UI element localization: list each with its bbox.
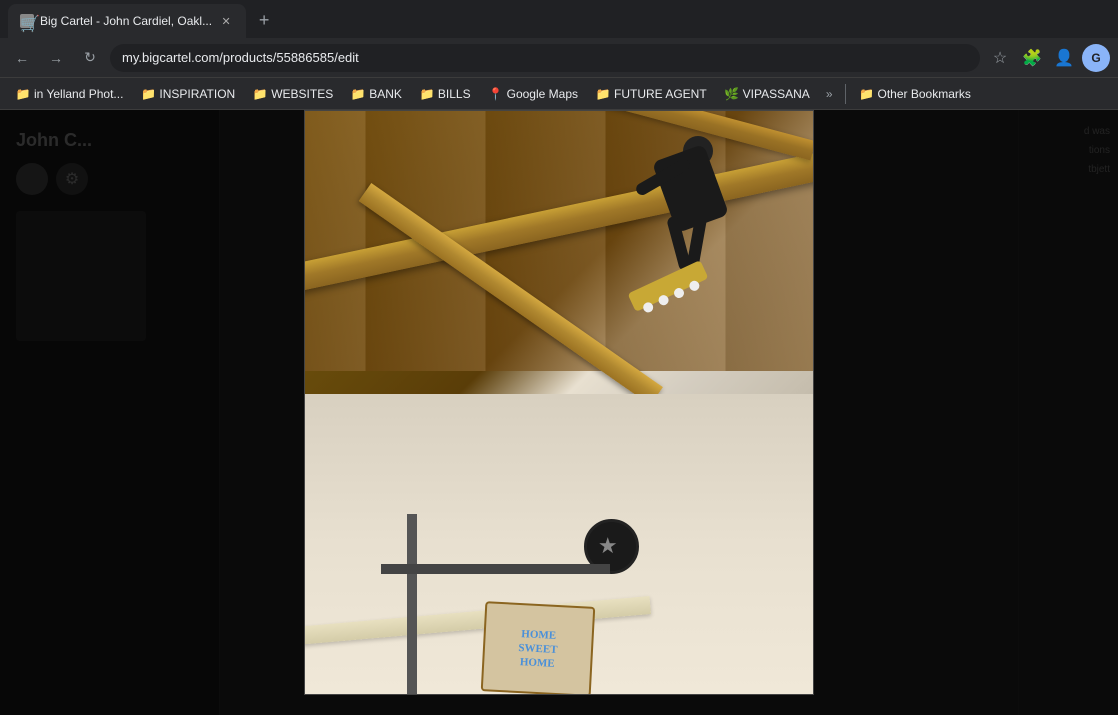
browser-frame: 🛒 Big Cartel - John Cardiel, Oakl... ✕ +… [0, 0, 1118, 715]
bookmark-bank[interactable]: 📁 BANK [343, 83, 410, 105]
bookmark-bills[interactable]: 📁 BILLS [412, 83, 479, 105]
lightbox-image-container: ★ HOME SWEET [304, 110, 814, 695]
bookmark-star-icon[interactable]: ☆ [986, 44, 1014, 72]
skate-photo: ★ HOME SWEET [305, 111, 813, 694]
wall-area: ★ HOME SWEET [305, 394, 813, 694]
home-sign-line3: HOME [519, 656, 554, 670]
bookmark-future-agent[interactable]: 📁 FUTURE AGENT [588, 83, 715, 105]
home-sign-line2: SWEET [518, 642, 558, 656]
maps-pin-icon: 📍 [489, 87, 503, 101]
home-sign-line1: HOME [521, 628, 556, 642]
folder-icon: 📁 [253, 87, 267, 101]
bookmark-divider [845, 84, 846, 104]
leaf-icon: 🌿 [725, 87, 739, 101]
bookmark-vipassana-label: VIPASSANA [743, 87, 810, 101]
bookmarks-bar: 📁 in Yelland Phot... 📁 INSPIRATION 📁 WEB… [0, 78, 1118, 110]
forward-button[interactable]: → [42, 44, 70, 72]
folder-icon: 📁 [860, 87, 874, 101]
bookmark-websites-label: WEBSITES [271, 87, 333, 101]
ramp-horizontal [381, 564, 610, 574]
address-input[interactable] [110, 44, 980, 72]
home-sweet-home-sign: HOME SWEET HOME [481, 601, 596, 694]
page-content: John C... ⚙ d was tions tbjett [0, 110, 1118, 715]
folder-icon: 📁 [16, 87, 30, 101]
bookmarks-overflow-button[interactable]: » [820, 83, 839, 105]
folder-icon: 📁 [141, 87, 155, 101]
bookmark-future-agent-label: FUTURE AGENT [614, 87, 707, 101]
skater-body [652, 144, 729, 233]
bookmark-other[interactable]: 📁 Other Bookmarks [852, 83, 979, 105]
extension-person-icon[interactable]: 👤 [1050, 44, 1078, 72]
wheel-4 [688, 279, 701, 292]
lightbox-overlay[interactable]: ★ HOME SWEET [0, 110, 1118, 715]
bookmark-websites[interactable]: 📁 WEBSITES [245, 83, 341, 105]
reload-button[interactable]: ↻ [76, 44, 104, 72]
back-button[interactable]: ← [8, 44, 36, 72]
bookmark-googlemaps-label: Google Maps [507, 87, 578, 101]
bookmark-yelland-label: in Yelland Phot... [34, 87, 123, 101]
home-sign-text: HOME SWEET HOME [517, 627, 558, 672]
ramp-surface [305, 596, 651, 645]
active-tab[interactable]: 🛒 Big Cartel - John Cardiel, Oakl... ✕ [8, 4, 246, 38]
toolbar-icons: ☆ 🧩 👤 G [986, 44, 1110, 72]
new-tab-button[interactable]: + [250, 6, 278, 34]
address-bar: ← → ↻ ☆ 🧩 👤 G [0, 38, 1118, 78]
bookmark-bills-label: BILLS [438, 87, 471, 101]
folder-icon: 📁 [420, 87, 434, 101]
bookmark-bank-label: BANK [369, 87, 402, 101]
bookmark-yelland[interactable]: 📁 in Yelland Phot... [8, 83, 131, 105]
extension-puzzle-icon[interactable]: 🧩 [1018, 44, 1046, 72]
skater-figure [623, 131, 763, 291]
bookmark-googlemaps[interactable]: 📍 Google Maps [481, 83, 586, 105]
tab-bar: 🛒 Big Cartel - John Cardiel, Oakl... ✕ + [0, 0, 1118, 38]
bookmark-vipassana[interactable]: 🌿 VIPASSANA [717, 83, 818, 105]
bookmark-other-label: Other Bookmarks [878, 87, 971, 101]
profile-avatar[interactable]: G [1082, 44, 1110, 72]
bookmark-inspiration[interactable]: 📁 INSPIRATION [133, 83, 243, 105]
tab-close-button[interactable]: ✕ [218, 13, 234, 29]
bookmark-inspiration-label: INSPIRATION [159, 87, 235, 101]
tab-favicon: 🛒 [20, 14, 34, 28]
folder-icon: 📁 [351, 87, 365, 101]
tab-title: Big Cartel - John Cardiel, Oakl... [40, 14, 212, 28]
ramp-pole [407, 514, 417, 694]
folder-icon: 📁 [596, 87, 610, 101]
